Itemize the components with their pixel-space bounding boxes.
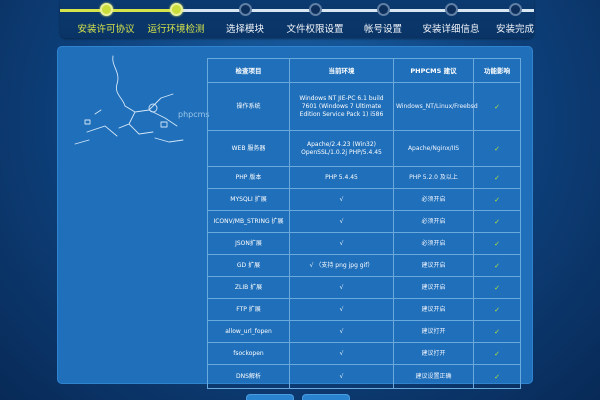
cell-current: √ xyxy=(289,298,394,321)
cell-recommended: 必须开启 xyxy=(393,188,474,211)
header-impact: 功能影响 xyxy=(473,58,521,83)
table-row: PHP 版本 PHP 5.4.45 PHP 5.2.0 及以上 ✓ xyxy=(207,166,521,189)
cell-recommended: 必须开启 xyxy=(393,232,474,255)
step-label: 文件权限设置 xyxy=(286,24,344,35)
cell-recommended: PHP 5.2.0 及以上 xyxy=(393,166,474,189)
cell-current: Apache/2.4.23 (Win32) OpenSSL/1.0.2j PHP… xyxy=(289,130,394,167)
brand-watermark: phpcms xyxy=(178,110,210,119)
step-dot-icon xyxy=(169,3,183,16)
step-label: 运行环境检测 xyxy=(147,24,205,35)
cell-item: FTP 扩展 xyxy=(207,298,290,321)
table-row: FTP 扩展 √ 建议开启 ✓ xyxy=(207,298,521,321)
cell-current: √ xyxy=(289,342,394,365)
cell-recommended: Apache/Nginx/IIS xyxy=(393,130,474,167)
step-permissions: 文件权限设置 xyxy=(280,3,350,35)
cell-item: GD 扩展 xyxy=(207,254,290,277)
step-complete: 安装完成 xyxy=(480,3,550,35)
check-ok-icon: ✓ xyxy=(473,276,521,299)
table-header-row: 检查项目 当前环境 PHPCMS 建议 功能影响 xyxy=(207,58,521,83)
cell-item: JSON扩展 xyxy=(207,232,290,255)
cell-current: √ （支持 png jpg gif） xyxy=(289,254,394,277)
step-dot-icon xyxy=(376,3,390,16)
check-ok-icon: ✓ xyxy=(473,166,521,189)
env-check-panel: phpcms 检查项目 当前环境 PHPCMS 建议 功能影响 操作系统 Win… xyxy=(57,46,533,389)
cell-recommended: Windows_NT/Linux/Freebsd xyxy=(393,82,478,131)
header-current-env: 当前环境 xyxy=(289,58,394,83)
cell-item: DNS解析 xyxy=(207,364,290,389)
step-dot-icon xyxy=(308,3,322,16)
step-label: 帐号设置 xyxy=(363,24,402,35)
check-ok-icon: ✓ xyxy=(473,364,521,389)
cell-current: √ xyxy=(289,210,394,233)
cell-item: MYSQLI 扩展 xyxy=(207,188,290,211)
check-ok-icon: ✓ xyxy=(473,188,521,211)
table-row: allow_url_fopen √ 建议打开 ✓ xyxy=(207,320,521,343)
step-dot-icon xyxy=(238,3,252,16)
cell-recommended: 建议打开 xyxy=(393,320,474,343)
step-license: 安装许可协议 xyxy=(71,3,141,35)
cell-current: √ xyxy=(289,188,394,211)
check-ok-icon: ✓ xyxy=(473,130,521,167)
table-row: fsockopen √ 建议打开 ✓ xyxy=(207,342,521,365)
cell-item: 操作系统 xyxy=(207,82,290,131)
prev-step-button[interactable] xyxy=(246,394,294,400)
step-modules: 选择模块 xyxy=(210,3,280,35)
cell-recommended: 建议设置正确 xyxy=(393,364,474,389)
check-ok-icon: ✓ xyxy=(473,254,521,277)
cell-recommended: 建议开启 xyxy=(393,298,474,321)
header-check-item: 检查项目 xyxy=(207,58,290,83)
step-dot-icon xyxy=(508,3,522,16)
environment-check-table: 检查项目 当前环境 PHPCMS 建议 功能影响 操作系统 Windows NT… xyxy=(207,58,521,389)
cell-item: allow_url_fopen xyxy=(207,320,290,343)
cell-item: ZLIB 扩展 xyxy=(207,276,290,299)
table-row: JSON扩展 √ 必须开启 ✓ xyxy=(207,232,521,255)
step-install-details: 安装详细信息 xyxy=(416,3,486,35)
cell-item: ICONV/MB_STRING 扩展 xyxy=(207,210,290,233)
step-label: 安装详细信息 xyxy=(422,24,480,35)
header-recommended: PHPCMS 建议 xyxy=(393,58,474,83)
step-account: 帐号设置 xyxy=(348,3,418,35)
phpcms-illustration-icon xyxy=(74,55,184,145)
cell-current: √ xyxy=(289,276,394,299)
check-ok-icon: ✓ xyxy=(473,210,521,233)
cell-current: √ xyxy=(289,320,394,343)
cell-current: √ xyxy=(289,364,394,389)
check-ok-icon: ✓ xyxy=(473,342,521,365)
cell-item: PHP 版本 xyxy=(207,166,290,189)
check-ok-icon: ✓ xyxy=(473,82,521,131)
table-row: 操作系统 Windows NT JIE-PC 6.1 build 7601 (W… xyxy=(207,82,521,131)
table-row: ICONV/MB_STRING 扩展 √ 必须开启 ✓ xyxy=(207,210,521,233)
step-env-check: 运行环境检测 xyxy=(141,3,211,35)
cell-current: PHP 5.4.45 xyxy=(289,166,394,189)
cell-recommended: 建议打开 xyxy=(393,342,474,365)
table-row: ZLIB 扩展 √ 建议开启 ✓ xyxy=(207,276,521,299)
step-label: 安装许可协议 xyxy=(77,24,135,35)
check-ok-icon: ✓ xyxy=(473,320,521,343)
table-row: GD 扩展 √ （支持 png jpg gif） 建议开启 ✓ xyxy=(207,254,521,277)
install-steps-bar: 安装许可协议 运行环境检测 选择模块 文件权限设置 帐号设置 安装详细信息 安装… xyxy=(60,0,534,38)
step-label: 选择模块 xyxy=(225,24,264,35)
cell-item: fsockopen xyxy=(207,342,290,365)
cell-recommended: 必须开启 xyxy=(393,210,474,233)
check-ok-icon: ✓ xyxy=(473,298,521,321)
step-dot-icon xyxy=(99,3,113,16)
table-row: DNS解析 √ 建议设置正确 ✓ xyxy=(207,364,521,389)
step-dot-icon xyxy=(444,3,458,16)
next-step-button[interactable] xyxy=(302,394,350,400)
cell-current: Windows NT JIE-PC 6.1 build 7601 (Window… xyxy=(289,82,394,131)
check-ok-icon: ✓ xyxy=(473,232,521,255)
table-row: MYSQLI 扩展 √ 必须开启 ✓ xyxy=(207,188,521,211)
cell-current: √ xyxy=(289,232,394,255)
table-row: WEB 服务器 Apache/2.4.23 (Win32) OpenSSL/1.… xyxy=(207,130,521,167)
cell-recommended: 建议开启 xyxy=(393,276,474,299)
cell-recommended: 建议开启 xyxy=(393,254,474,277)
step-label: 安装完成 xyxy=(495,24,534,35)
cell-item: WEB 服务器 xyxy=(207,130,290,167)
